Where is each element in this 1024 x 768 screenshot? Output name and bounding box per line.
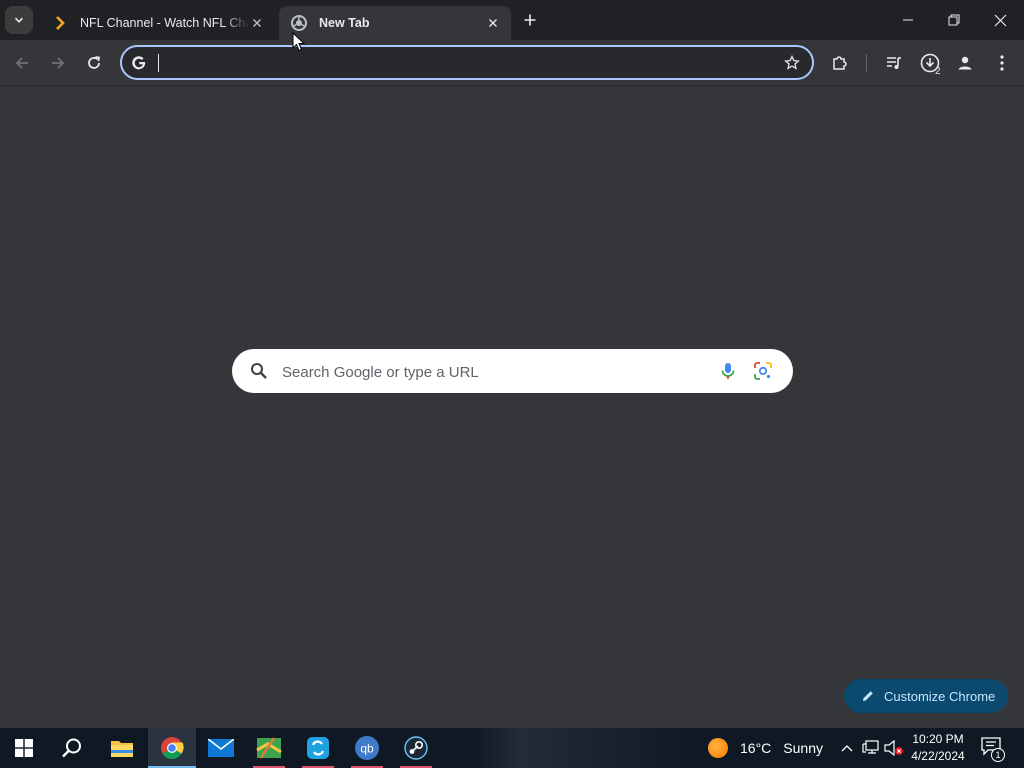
- profile-button[interactable]: [951, 49, 979, 77]
- clock-time: 10:20 PM: [905, 731, 971, 748]
- arrow-right-icon: [50, 55, 66, 71]
- ntp-search-box[interactable]: [232, 349, 793, 393]
- file-explorer-icon: [110, 738, 134, 758]
- qbittorrent-icon: qb: [354, 735, 380, 761]
- tab-title: New Tab: [319, 16, 485, 30]
- tab-title: NFL Channel - Watch NFL Channel: [80, 16, 249, 30]
- network-button[interactable]: [861, 738, 881, 758]
- volume-muted-icon: [884, 740, 904, 756]
- plus-icon: [524, 14, 536, 26]
- taskbar-mail[interactable]: [197, 728, 245, 768]
- weather-widget[interactable]: 16°C Sunny: [708, 728, 823, 768]
- queue-music-icon: [885, 54, 903, 72]
- close-icon[interactable]: [249, 15, 265, 31]
- maps-icon: [256, 736, 282, 760]
- weather-condition: Sunny: [783, 740, 823, 756]
- toolbar-divider: [866, 54, 867, 72]
- notification-count-badge: 1: [991, 748, 1005, 762]
- screen: NFL Channel - Watch NFL Channel New Tab: [0, 0, 1024, 768]
- close-window-button[interactable]: [977, 0, 1023, 40]
- tab-new-tab[interactable]: New Tab: [279, 6, 511, 40]
- customize-chrome-label: Customize Chrome: [884, 689, 995, 704]
- start-button[interactable]: [0, 728, 48, 768]
- address-bar[interactable]: [120, 45, 814, 80]
- restore-icon: [948, 14, 960, 26]
- taskbar-blurred-region: [474, 728, 694, 768]
- reload-button[interactable]: [80, 49, 108, 77]
- taskbar: qb 16°C Sunny 10:20 PM 4/22/2024 1: [0, 728, 1024, 768]
- taskbar-file-explorer[interactable]: [98, 728, 146, 768]
- minimize-button[interactable]: [885, 0, 931, 40]
- network-icon: [862, 740, 880, 756]
- weather-temp: 16°C: [740, 740, 771, 756]
- new-tab-page: Customize Chrome: [0, 86, 1024, 728]
- svg-text:qb: qb: [360, 742, 374, 756]
- nfl-chevron-icon: [52, 15, 68, 31]
- taskbar-search-button[interactable]: [48, 728, 96, 768]
- bookmark-star-icon[interactable]: [782, 53, 802, 73]
- search-icon: [61, 737, 83, 759]
- extensions-button[interactable]: [826, 49, 854, 77]
- clock-date: 4/22/2024: [905, 748, 971, 765]
- restore-button[interactable]: [931, 0, 977, 40]
- address-input[interactable]: [160, 52, 760, 74]
- tray-overflow-button[interactable]: [837, 738, 857, 758]
- windows-start-icon: [15, 739, 33, 757]
- chevron-down-icon: [14, 15, 24, 25]
- arrow-left-icon: [14, 55, 30, 71]
- system-clock[interactable]: 10:20 PM 4/22/2024: [905, 731, 971, 765]
- close-icon: [994, 14, 1007, 27]
- taskbar-qbittorrent[interactable]: qb: [343, 728, 391, 768]
- puzzle-icon: [831, 54, 849, 72]
- new-tab-button[interactable]: [518, 8, 542, 32]
- ntp-search-input[interactable]: [282, 361, 702, 383]
- reload-icon: [86, 55, 102, 71]
- taskbar-maps[interactable]: [245, 728, 293, 768]
- text-caret: [158, 54, 159, 72]
- chrome-icon: [160, 736, 184, 760]
- menu-button[interactable]: [988, 49, 1016, 77]
- more-vert-icon: [1000, 55, 1004, 71]
- volume-button[interactable]: [884, 738, 904, 758]
- google-lens-icon[interactable]: [753, 361, 773, 381]
- tab-search-button[interactable]: [5, 6, 33, 34]
- tab-nfl-channel[interactable]: NFL Channel - Watch NFL Channel: [40, 6, 275, 40]
- toolbar: [0, 40, 1024, 86]
- media-controls-button[interactable]: [880, 49, 908, 77]
- mouse-cursor-icon: [292, 32, 306, 52]
- search-icon: [250, 362, 268, 380]
- back-button[interactable]: [8, 49, 36, 77]
- forward-button[interactable]: [44, 49, 72, 77]
- taskbar-chrome[interactable]: [148, 728, 196, 768]
- mail-icon: [208, 739, 234, 757]
- account-icon: [956, 54, 974, 72]
- taskbar-steam[interactable]: [392, 728, 440, 768]
- chevron-up-icon: [841, 744, 853, 752]
- tab-strip: NFL Channel - Watch NFL Channel New Tab: [0, 0, 1024, 40]
- downloads-count-badge: 2: [935, 66, 941, 77]
- customize-chrome-button[interactable]: Customize Chrome: [844, 679, 1008, 713]
- chrome-icon: [291, 15, 307, 31]
- taskbar-remote-app[interactable]: [294, 728, 342, 768]
- sun-icon: [708, 738, 728, 758]
- pencil-icon: [861, 689, 875, 703]
- remote-icon: [306, 736, 330, 760]
- close-icon[interactable]: [485, 15, 501, 31]
- microphone-icon[interactable]: [718, 361, 738, 381]
- steam-icon: [403, 735, 429, 761]
- google-g-icon: [130, 54, 148, 72]
- minimize-icon: [902, 14, 914, 26]
